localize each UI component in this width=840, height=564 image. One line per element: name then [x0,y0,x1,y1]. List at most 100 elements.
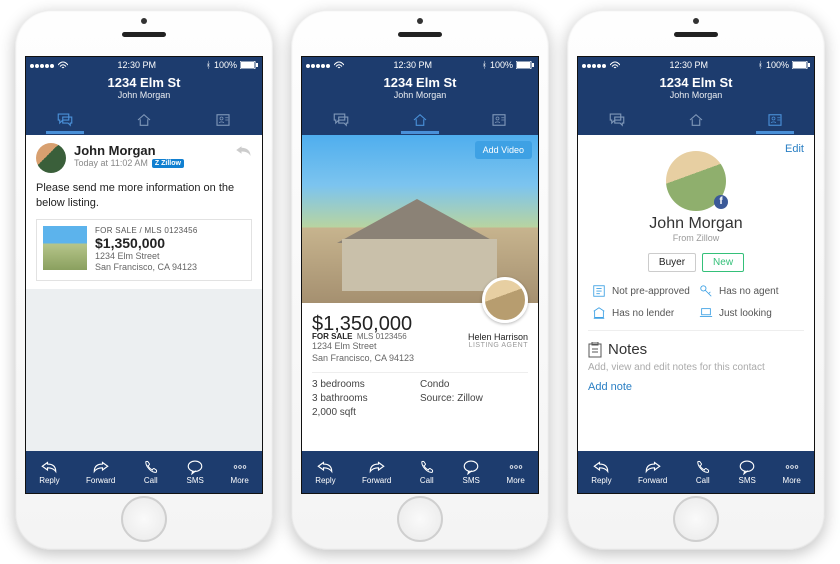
header: 1234 Elm St John Morgan [578,73,814,105]
home-button[interactable] [673,496,719,542]
phone-1: 12:30 PM ᚼ100% 1234 Elm St John Morgan J… [15,10,273,550]
timestamp: Today at 11:02 AM [74,158,148,168]
phone-2: 12:30 PM ᚼ100% 1234 Elm St John Morgan A… [291,10,549,550]
zillow-badge: Z Zillow [152,159,184,168]
tag-new[interactable]: New [702,253,744,272]
agent-name: Helen Harrison [468,332,528,342]
reply-icon[interactable] [234,143,252,160]
clipboard-icon [588,342,602,358]
tab-home[interactable] [407,110,433,130]
bluetooth-icon: ᚼ [206,60,211,70]
wifi-icon [58,61,68,69]
wifi-icon [610,61,620,69]
tab-bar [578,105,814,135]
battery-icon [240,61,258,69]
reply-button[interactable]: Reply [39,459,59,485]
bluetooth-icon: ᚼ [482,60,487,70]
contact-name: John Morgan [588,215,804,233]
status-time: 12:30 PM [118,60,157,70]
wifi-icon [334,61,344,69]
battery-text: 100% [766,60,789,70]
stat-looking[interactable]: Just looking [699,306,800,320]
tab-home[interactable] [683,110,709,130]
status-bar: 12:30 PM ᚼ100% [302,57,538,73]
agent-avatar[interactable] [482,277,528,323]
property-photo[interactable]: Add Video [302,135,538,303]
mls-id: MLS 0123456 [357,332,407,341]
page-title: 1234 Elm St [578,75,814,90]
forward-button[interactable]: Forward [362,459,391,485]
battery-icon [792,61,810,69]
contact-source: From Zillow [588,233,804,243]
status-time: 12:30 PM [394,60,433,70]
home-button[interactable] [397,496,443,542]
call-button[interactable]: Call [142,459,160,485]
header: 1234 Elm St John Morgan [26,73,262,105]
tab-bar [26,105,262,135]
facts-grid: 3 bedrooms Condo 3 bathrooms Source: Zil… [312,372,528,418]
tab-chat[interactable] [52,110,78,130]
listing-thumb [43,226,87,270]
stat-agent[interactable]: Has no agent [699,284,800,298]
bank-icon [592,306,606,320]
facebook-icon: f [714,195,728,209]
sms-button[interactable]: SMS [462,459,480,485]
listing-price: $1,350,000 [95,235,245,251]
more-button[interactable]: More [783,459,801,485]
add-note-button[interactable]: Add note [588,381,804,401]
sms-button[interactable]: SMS [186,459,204,485]
tab-home[interactable] [131,110,157,130]
bottom-toolbar: Reply Forward Call SMS More [578,451,814,493]
home-button[interactable] [121,496,167,542]
edit-button[interactable]: Edit [785,143,804,155]
sale-status: FOR SALE [312,332,352,341]
forward-button[interactable]: Forward [86,459,115,485]
fact-type: Condo [420,379,528,390]
bottom-toolbar: Reply Forward Call SMS More [302,451,538,493]
listing-mls: FOR SALE / MLS 0123456 [95,226,245,235]
listing-card[interactable]: FOR SALE / MLS 0123456 $1,350,000 1234 E… [36,219,252,281]
tag-buyer[interactable]: Buyer [648,253,696,272]
contact-avatar[interactable]: f [666,151,726,211]
reply-button[interactable]: Reply [315,459,335,485]
tab-contact[interactable] [210,110,236,130]
sms-button[interactable]: SMS [738,459,756,485]
phone-3: 12:30 PM ᚼ100% 1234 Elm St John Morgan E… [567,10,825,550]
stat-lender[interactable]: Has no lender [592,306,693,320]
listing-addr2: San Francisco, CA 94123 [95,262,245,274]
detail-addr1: 1234 Elm Street [312,341,414,353]
more-button[interactable]: More [231,459,249,485]
tab-bar [302,105,538,135]
tab-contact[interactable] [486,110,512,130]
bottom-toolbar: Reply Forward Call SMS More [26,451,262,493]
forward-button[interactable]: Forward [638,459,667,485]
message-body: Please send me more information on the b… [36,181,252,211]
receipt-icon [592,284,606,298]
add-video-button[interactable]: Add Video [475,141,532,159]
page-subtitle: John Morgan [26,90,262,100]
page-subtitle: John Morgan [578,90,814,100]
more-button[interactable]: More [507,459,525,485]
call-button[interactable]: Call [694,459,712,485]
battery-text: 100% [214,60,237,70]
page-title: 1234 Elm St [302,75,538,90]
bluetooth-icon: ᚼ [758,60,763,70]
agent-role: LISTING AGENT [468,342,528,349]
notes-header: Notes [588,330,804,362]
stat-preapproved[interactable]: Not pre-approved [592,284,693,298]
fact-beds: 3 bedrooms [312,379,420,390]
tab-chat[interactable] [604,110,630,130]
key-icon [699,284,713,298]
notes-subtitle: Add, view and edit notes for this contac… [588,362,804,381]
fact-baths: 3 bathrooms [312,393,420,404]
battery-icon [516,61,534,69]
avatar[interactable] [36,143,66,173]
tab-contact[interactable] [762,110,788,130]
page-subtitle: John Morgan [302,90,538,100]
status-bar: 12:30 PM ᚼ100% [578,57,814,73]
sender-name: John Morgan [74,143,226,158]
tab-chat[interactable] [328,110,354,130]
status-bar: 12:30 PM ᚼ100% [26,57,262,73]
reply-button[interactable]: Reply [591,459,611,485]
call-button[interactable]: Call [418,459,436,485]
